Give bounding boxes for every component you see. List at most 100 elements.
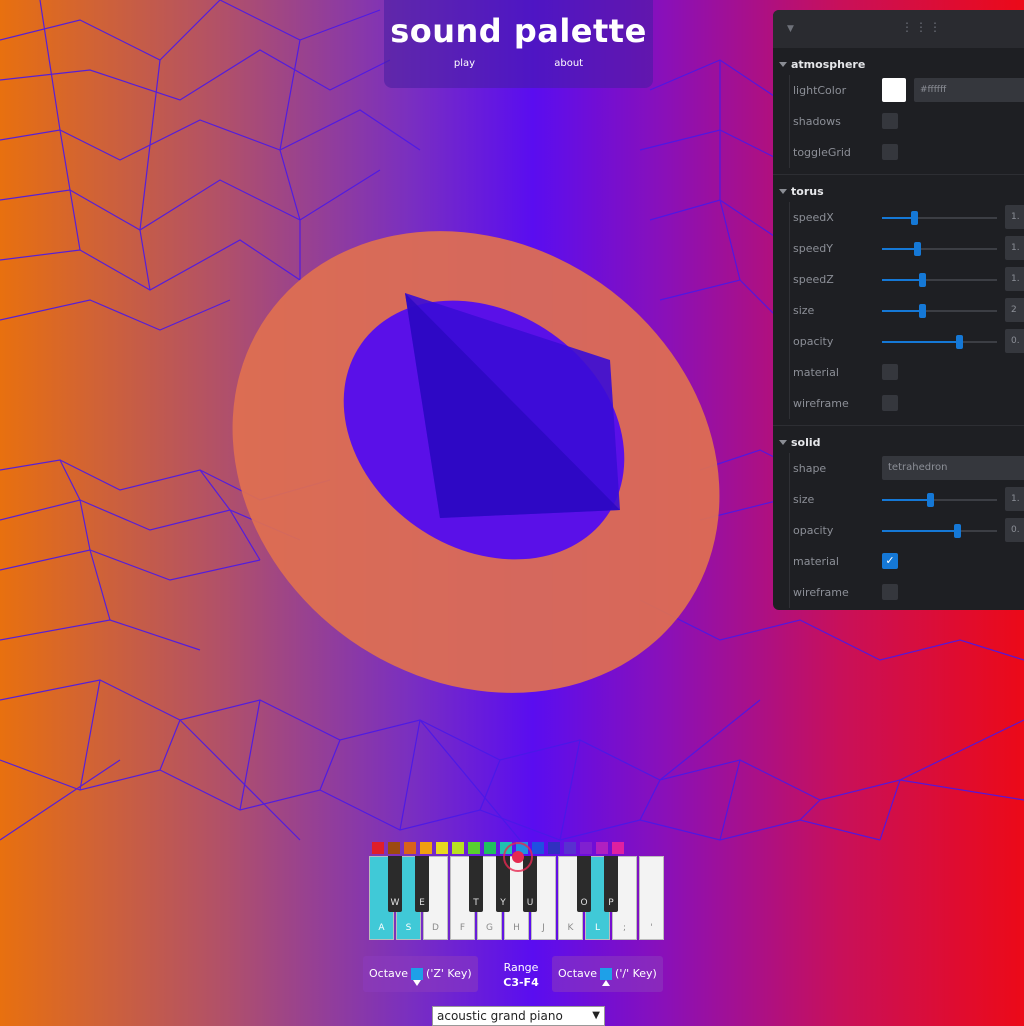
- torus-slider-knob[interactable]: [919, 304, 927, 318]
- torus-slider-fill: [882, 341, 960, 343]
- instrument-select[interactable]: acoustic grand piano ▼: [432, 1006, 605, 1026]
- torus-slider-knob[interactable]: [919, 273, 927, 287]
- drag-handle-icon[interactable]: ⋮⋮⋮: [901, 20, 943, 34]
- torus-slider[interactable]: [882, 335, 997, 349]
- panel-titlebar[interactable]: ▼ ⋮⋮⋮: [773, 10, 1024, 48]
- solid-shape-select[interactable]: tetrahedron: [882, 456, 1024, 480]
- torus-slider-fill: [882, 248, 917, 250]
- collapse-panel-icon[interactable]: ▼: [787, 24, 794, 34]
- solid-slider[interactable]: [882, 493, 997, 507]
- light-color-swatch[interactable]: [882, 78, 906, 102]
- torus-material-checkbox[interactable]: [882, 364, 898, 380]
- torus-slider[interactable]: [882, 242, 997, 256]
- torus-slider-label: speedY: [793, 242, 833, 255]
- torus-slider-label: size: [793, 304, 815, 317]
- color-swatch[interactable]: [436, 842, 448, 854]
- color-palette-strip: [372, 842, 624, 854]
- color-swatch[interactable]: [468, 842, 480, 854]
- white-key-label: D: [432, 923, 439, 933]
- torus-row: speedZ 1.: [789, 264, 1024, 295]
- color-swatch[interactable]: [564, 842, 576, 854]
- color-swatch[interactable]: [372, 842, 384, 854]
- solid-slider-knob[interactable]: [953, 524, 961, 538]
- row-shadows: shadows: [789, 106, 1024, 137]
- folder-title-solid[interactable]: solid: [773, 432, 1024, 453]
- row-solid-shape: shape tetrahedron: [789, 453, 1024, 484]
- row-torus-material: material: [789, 357, 1024, 388]
- torus-slider-knob[interactable]: [956, 335, 964, 349]
- chevron-down-icon: ▼: [592, 1010, 600, 1021]
- color-swatch[interactable]: [420, 842, 432, 854]
- folder-title-atmosphere[interactable]: atmosphere: [773, 54, 1024, 75]
- solid-row: opacity 0.: [789, 515, 1024, 546]
- color-swatch[interactable]: [452, 842, 464, 854]
- color-swatch[interactable]: [404, 842, 416, 854]
- folder-title-torus[interactable]: torus: [773, 181, 1024, 202]
- torus-slider[interactable]: [882, 211, 997, 225]
- black-key[interactable]: W: [388, 856, 402, 912]
- toggle-grid-checkbox[interactable]: [882, 144, 898, 160]
- solid-slider-fill: [882, 499, 931, 501]
- torus-slider[interactable]: [882, 304, 997, 318]
- black-key[interactable]: T: [469, 856, 483, 912]
- white-key-label: H: [513, 923, 520, 933]
- solid-number-input[interactable]: 0.: [1005, 518, 1024, 542]
- torus-slider-fill: [882, 217, 915, 219]
- solid-slider-knob[interactable]: [927, 493, 935, 507]
- torus-number-input[interactable]: 1.: [1005, 205, 1024, 229]
- black-key[interactable]: P: [604, 856, 618, 912]
- light-color-label: lightColor: [793, 84, 847, 97]
- shadows-label: shadows: [793, 115, 841, 128]
- black-key-label: O: [580, 898, 588, 908]
- octave-down-label: Octave: [369, 967, 409, 980]
- color-swatch[interactable]: [484, 842, 496, 854]
- solid-wireframe-label: wireframe: [793, 586, 849, 599]
- shadows-checkbox[interactable]: [882, 113, 898, 129]
- torus-slider-knob[interactable]: [913, 242, 921, 256]
- white-key-label: G: [486, 923, 493, 933]
- torus-slider-knob[interactable]: [911, 211, 919, 225]
- solid-material-checkbox[interactable]: ✓: [882, 553, 898, 569]
- color-swatch[interactable]: [596, 842, 608, 854]
- torus-number-input[interactable]: 0.: [1005, 329, 1024, 353]
- nav-play-link[interactable]: play: [454, 58, 475, 69]
- torus-row: opacity 0.: [789, 326, 1024, 357]
- black-key-label: Y: [500, 898, 506, 908]
- octave-up-button[interactable]: Octave ('/' Key): [552, 956, 663, 992]
- black-key[interactable]: E: [415, 856, 429, 912]
- row-toggle-grid: toggleGrid: [789, 137, 1024, 168]
- folder-atmosphere: atmosphere lightColor #ffffff shadows to…: [773, 48, 1024, 175]
- white-key-label: F: [459, 923, 466, 933]
- octave-up-label: Octave: [558, 967, 598, 980]
- light-color-input[interactable]: #ffffff: [914, 78, 1024, 102]
- color-swatch[interactable]: [388, 842, 400, 854]
- color-swatch[interactable]: [532, 842, 544, 854]
- octave-down-button[interactable]: Octave ('Z' Key): [363, 956, 478, 992]
- torus-row: speedY 1.: [789, 233, 1024, 264]
- solid-wireframe-checkbox[interactable]: [882, 584, 898, 600]
- torus-slider[interactable]: [882, 273, 997, 287]
- octave-up-hint: ('/' Key): [615, 967, 657, 980]
- color-swatch[interactable]: [548, 842, 560, 854]
- solid-slider[interactable]: [882, 524, 997, 538]
- folder-solid: solid shape tetrahedron size 1. opacity 0. …: [773, 426, 1024, 610]
- torus-number-input[interactable]: 2: [1005, 298, 1024, 322]
- solid-slider-fill: [882, 530, 957, 532]
- white-key-label: ;: [622, 923, 627, 933]
- nav-about-link[interactable]: about: [554, 58, 583, 69]
- color-swatch[interactable]: [612, 842, 624, 854]
- triangle-down-icon: [411, 968, 424, 986]
- solid-slider-label: opacity: [793, 524, 834, 537]
- white-key-label: ': [650, 923, 653, 933]
- torus-number-input[interactable]: 1.: [1005, 267, 1024, 291]
- solid-material-label: material: [793, 555, 839, 568]
- black-key[interactable]: O: [577, 856, 591, 912]
- torus-number-input[interactable]: 1.: [1005, 236, 1024, 260]
- octave-range: Range C3-F4: [496, 960, 546, 990]
- color-swatch[interactable]: [580, 842, 592, 854]
- white-key[interactable]: ': [639, 856, 664, 940]
- main-nav: play about: [384, 58, 653, 69]
- torus-row: size 2: [789, 295, 1024, 326]
- solid-number-input[interactable]: 1.: [1005, 487, 1024, 511]
- torus-wireframe-checkbox[interactable]: [882, 395, 898, 411]
